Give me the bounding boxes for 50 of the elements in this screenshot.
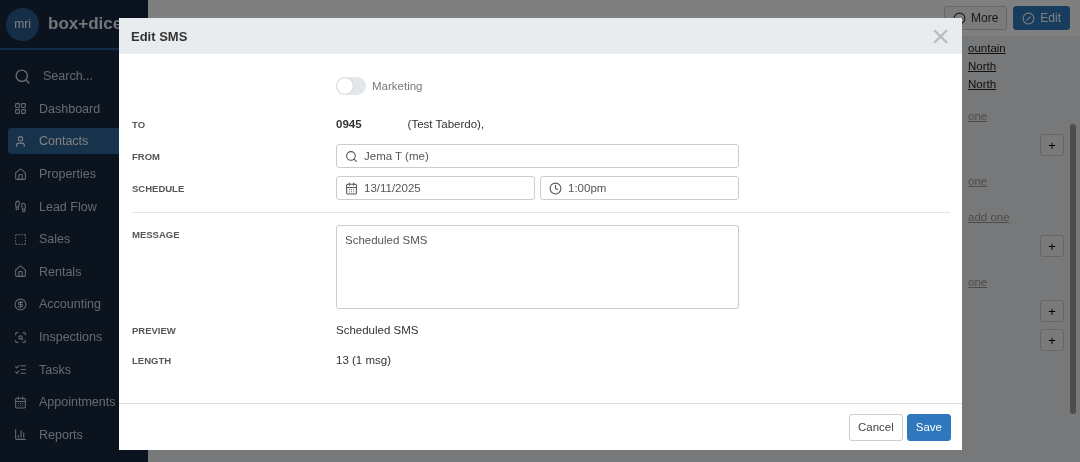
search-icon [14, 67, 31, 85]
date-field[interactable]: 13/11/2025 [336, 176, 535, 200]
grid-icon [14, 102, 27, 116]
checklist-icon [14, 363, 27, 377]
recipient-name: (Test Taberdo), [407, 118, 485, 130]
add-button[interactable]: + [1040, 134, 1064, 156]
phone-number: 0945 [336, 118, 362, 130]
field-label: LENGTH [132, 354, 173, 366]
message-field[interactable]: Scheduled SMS [336, 225, 739, 309]
toggle-switch[interactable] [336, 77, 366, 95]
add-button[interactable]: + [1040, 329, 1064, 351]
house-icon [14, 265, 27, 279]
preview-text: Scheduled SMS [336, 324, 420, 336]
link[interactable]: North [968, 60, 1080, 78]
bar-chart-icon [14, 428, 27, 442]
sidebar-item[interactable]: Reports [8, 421, 148, 448]
inspection-icon [14, 330, 27, 344]
sidebar-item[interactable]: Appointments [8, 389, 148, 416]
cancel-button[interactable]: Cancel [848, 413, 903, 441]
sidebar-item[interactable]: Lead Flow [8, 193, 148, 220]
link[interactable]: ountain [968, 42, 1080, 60]
field-label: MESSAGE [132, 228, 181, 240]
dialog-title: Edit SMS [131, 28, 188, 44]
add-button[interactable]: + [1040, 235, 1064, 257]
field-label: PREVIEW [132, 324, 177, 336]
toggle-label: Marketing [372, 80, 423, 92]
calendar-icon [14, 395, 27, 409]
sign-icon [14, 232, 27, 246]
dollar-icon [14, 297, 27, 311]
house-icon [14, 167, 27, 181]
logo-text: box+dice [48, 14, 123, 34]
scrollbar[interactable] [1070, 124, 1076, 414]
logo-badge: mri [6, 7, 39, 41]
search-icon [345, 149, 358, 163]
sidebar-item[interactable]: Rentals [8, 258, 148, 285]
sender-field[interactable]: Jema T (me) [336, 144, 739, 168]
link[interactable]: North [968, 78, 1080, 96]
edit-icon [1022, 11, 1036, 25]
edit-button[interactable]: Edit [1013, 6, 1070, 30]
time-field[interactable]: 1:00pm [540, 176, 739, 200]
person-icon [14, 135, 27, 148]
clock-icon [549, 181, 562, 195]
calendar-icon [345, 181, 358, 195]
add-button[interactable]: + [1040, 300, 1064, 322]
field-label: SCHEDULE [132, 182, 186, 194]
sidebar-item[interactable]: Search... [8, 63, 148, 90]
save-button[interactable]: Save [906, 413, 951, 441]
length-text: 13 (1 msg) [336, 354, 392, 366]
sidebar-item[interactable]: Accounting [8, 291, 148, 318]
figure-icon [14, 200, 27, 214]
